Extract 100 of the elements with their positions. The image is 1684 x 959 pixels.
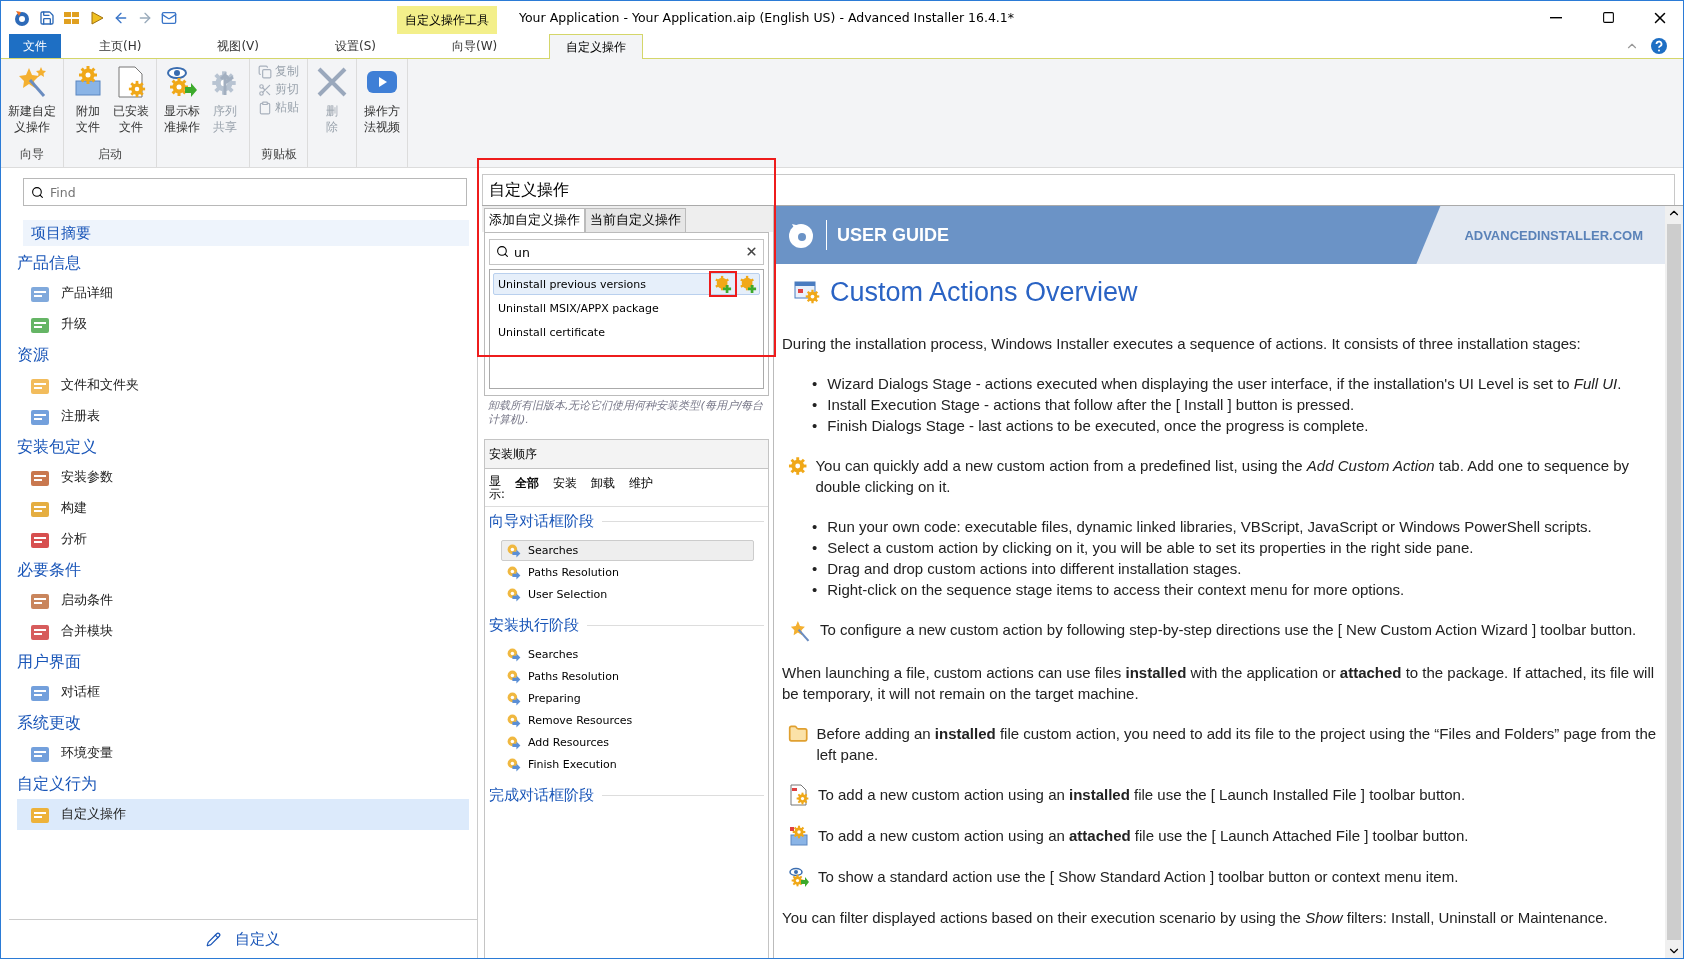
search-icon — [31, 186, 44, 199]
scrollbar[interactable] — [1665, 206, 1683, 958]
nav-item[interactable]: 环境变量 — [17, 738, 469, 769]
file-menu-tab[interactable]: 文件 — [9, 34, 61, 58]
nav-group-heading: 系统更改 — [17, 711, 82, 734]
bullet-marker: • — [812, 517, 818, 537]
action-result-item[interactable]: Uninstall MSIX/APPX package — [493, 297, 760, 319]
sequence-item[interactable]: Paths Resolution — [501, 666, 754, 688]
filter-option[interactable]: 卸载 — [590, 475, 615, 492]
search-icon — [496, 245, 509, 258]
nav-item[interactable]: 安装参数 — [17, 462, 469, 493]
gear-arrow-icon — [506, 586, 522, 603]
nav-item[interactable]: 文件和文件夹 — [17, 370, 469, 401]
nav-group-heading: 资源 — [17, 343, 50, 366]
page-header: 自定义操作 — [482, 174, 1675, 205]
sequence-item[interactable]: Remove Resources — [501, 710, 754, 732]
save-icon[interactable] — [39, 9, 55, 26]
ribbon-tab[interactable]: 主页(H) — [61, 34, 180, 58]
gear-arrow-icon — [506, 542, 522, 559]
nav-item[interactable]: 启动条件 — [17, 585, 469, 616]
ribbon-group-label: 启动 — [97, 147, 123, 163]
nav-item[interactable]: 注册表 — [17, 401, 469, 432]
gear-arrow-icon — [506, 712, 522, 729]
search-field[interactable]: un — [489, 239, 764, 265]
bullet-marker: • — [812, 416, 818, 436]
ribbon-button[interactable]: 新建自定 义操作 — [5, 63, 59, 137]
customize-button[interactable]: 自定义 — [200, 928, 286, 950]
stage-heading: 向导对话框阶段 — [489, 512, 594, 532]
nav-item[interactable]: 对话框 — [17, 677, 469, 708]
sequence-item[interactable]: Finish Execution — [501, 754, 754, 776]
action-result-item[interactable]: Uninstall certificate — [493, 321, 760, 343]
ribbon-tab[interactable]: 设置(S) — [296, 34, 414, 58]
edit-icon — [206, 931, 221, 947]
nav-item[interactable]: 分析 — [17, 524, 469, 555]
guide-bullet: Right-click on the sequence stage items to access their context menu for more options. — [827, 580, 1405, 600]
bullet-marker: • — [812, 395, 818, 415]
sequence-item[interactable]: User Selection — [501, 584, 754, 606]
panel-tab[interactable]: 添加自定义操作 — [484, 208, 585, 232]
nav-item[interactable]: 产品详细 — [17, 278, 469, 309]
eye-gear-icon — [788, 866, 810, 888]
guide-paragraph: You can filter displayed actions based on their execution scenario by using the Show filters: Install, Uninstall or Maintenance. — [782, 908, 1609, 928]
sequence-item[interactable]: Paths Resolution — [501, 562, 754, 584]
sequence-item[interactable]: Searches — [501, 540, 754, 562]
bullet-marker: • — [812, 559, 818, 579]
ribbon-group-label: 剪贴板 — [259, 147, 298, 163]
nav-item[interactable]: 自定义操作 — [17, 799, 469, 830]
box-gear-icon — [788, 825, 810, 847]
nav-group-heading: 安装包定义 — [17, 435, 98, 458]
nav-item[interactable]: 合并模块 — [17, 616, 469, 647]
clear-icon[interactable] — [745, 245, 758, 258]
guide-paragraph: During the installation process, Windows Installer executes a sequence of actions. It consists of three installation stages: — [782, 334, 1582, 354]
window-gear-icon — [794, 280, 820, 304]
action-description: 卸载所有旧版本,无论它们使用何种安装类型(每用户/每台计算机). — [487, 398, 765, 427]
app-logo-icon — [13, 8, 31, 27]
filter-option[interactable]: 安装 — [552, 475, 577, 492]
help-icon[interactable] — [1651, 38, 1667, 54]
nav-summary-item[interactable]: 项目摘要 — [23, 220, 469, 246]
add-action-with-sequence-button[interactable] — [737, 274, 759, 294]
ribbon-tab[interactable]: 向导(W) — [413, 34, 536, 58]
ribbon-button[interactable]: 已安装 文件 — [110, 63, 152, 137]
run-arrow-icon[interactable] — [89, 9, 105, 26]
guide-paragraph: When launching a file, custom actions can use files installed with the application or attached to the package. If attached, its file will be temporary, it will not remain on the target machine. — [782, 663, 1656, 704]
panel-tab[interactable]: 当前自定义操作 — [585, 208, 686, 232]
ribbon-button[interactable]: 显示标 准操作 — [161, 63, 203, 137]
ribbon-button[interactable]: 操作方 法视频 — [361, 63, 403, 137]
nav-group-heading: 自定义行为 — [17, 772, 98, 795]
ribbon-tab[interactable]: 视图(V) — [179, 34, 297, 58]
nav-group-heading: 必要条件 — [17, 558, 82, 581]
scissors-icon — [258, 82, 272, 97]
guide-bullet: Drag and drop custom actions into different installation stages. — [827, 559, 1242, 579]
minimize-icon — [1550, 16, 1562, 19]
guide-note: Before adding an installed file custom action, you need to add its file to the project using the “Files and Folders” page from the left pane. — [816, 724, 1657, 765]
gear-icon — [788, 455, 808, 477]
add-lightning-gear-icon — [739, 275, 757, 293]
guide-bullet: Run your own code: executable files, dynamic linked libraries, VBScript, JavaScript or Windows PowerShell scripts. — [827, 517, 1592, 537]
guide-bullet: Install Execution Stage - actions that follow after the [ Install ] button is pressed. — [827, 395, 1355, 415]
eye-gear-icon — [165, 65, 199, 99]
sequence-item[interactable]: Searches — [501, 644, 754, 666]
sequence-item[interactable]: Preparing — [501, 688, 754, 710]
bullet-marker: • — [812, 538, 818, 558]
panel-title: 安装顺序 — [484, 439, 769, 469]
guide-title: Custom Actions Overview — [830, 281, 1138, 303]
ribbon-button[interactable]: 附加 文件 — [68, 63, 108, 137]
guide-note: To add a new custom action using an attached file use the [ Launch Attached File ] toolbar button. — [818, 826, 1469, 846]
find-field[interactable]: Find — [23, 178, 467, 206]
folder-icon — [788, 723, 809, 745]
add-gear-icon — [714, 275, 732, 293]
nav-item[interactable]: 升级 — [17, 309, 469, 340]
document-gear-icon — [788, 784, 810, 806]
sequence-item[interactable]: Add Resources — [501, 732, 754, 754]
nav-item[interactable]: 构建 — [17, 493, 469, 524]
maximize-icon — [1601, 11, 1615, 24]
ribbon-tab[interactable]: 自定义操作 — [549, 34, 644, 59]
stage-heading: 完成对话框阶段 — [489, 786, 594, 806]
filter-option[interactable]: 全部 — [514, 475, 539, 492]
action-result-item[interactable]: Uninstall previous versions — [493, 273, 760, 295]
mail-icon[interactable] — [161, 9, 177, 26]
guide-note: You can quickly add a new custom action from a predefined list, using the Add Custom Action tab. Add one to sequence by double clicking on it. — [815, 456, 1630, 497]
filter-option[interactable]: 维护 — [628, 475, 653, 492]
bricks-icon[interactable] — [63, 9, 81, 26]
